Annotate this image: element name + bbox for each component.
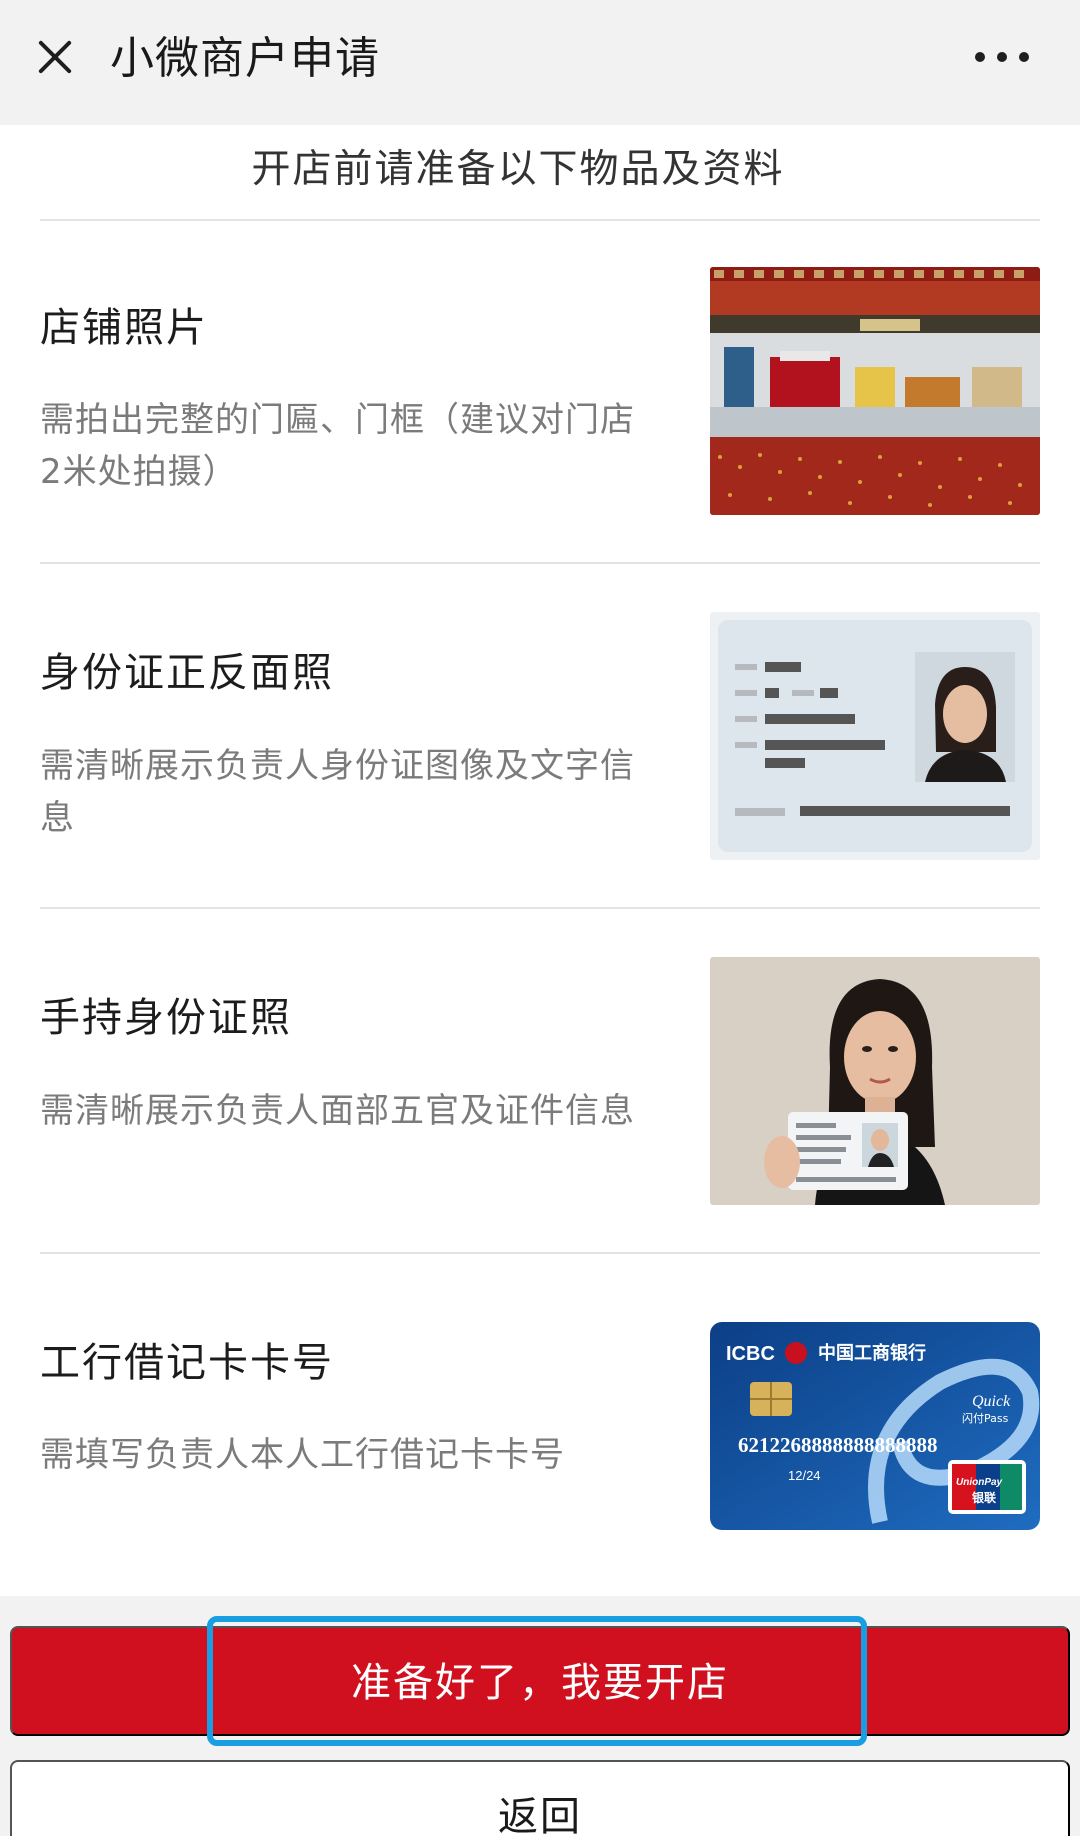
item-title-handheld-id: 手持身份证照	[40, 995, 292, 1041]
more-dot-icon	[975, 52, 985, 62]
more-dot-icon	[1019, 52, 1029, 62]
item-title-storefront: 店铺照片	[40, 305, 208, 351]
unionpay-label: UnionPay	[956, 1477, 1003, 1488]
divider	[40, 219, 1040, 221]
item-title-id-card: 身份证正反面照	[40, 650, 334, 696]
more-icon[interactable]	[975, 50, 1035, 64]
id-card-photo	[710, 612, 1040, 860]
quickpass-sublabel: 闪付Pass	[962, 1411, 1009, 1425]
merchant-application-page: 小微商户申请 开店前请准备以下物品及资料 店铺照片 需拍出完整的门匾、门框（建议…	[0, 0, 1080, 1836]
storefront-photo	[710, 267, 1040, 515]
unionpay-sublabel: 银联	[972, 1490, 996, 1505]
item-desc-handheld-id: 需清晰展示负责人面部五官及证件信息	[40, 1091, 635, 1131]
person-holding-id-photo	[710, 957, 1040, 1205]
bank-card-photo: ICBC 中国工商银行 Quick 闪付Pass 621226888888888…	[710, 1322, 1040, 1530]
more-dot-icon	[997, 52, 1007, 62]
top-bar: 小微商户申请	[0, 0, 1080, 125]
card-number: 6212268888888888888	[738, 1433, 938, 1457]
section-heading: 开店前请准备以下物品及资料	[251, 147, 785, 192]
item-desc-id-card: 需清晰展示负责人身份证图像及文字信息	[40, 746, 635, 838]
divider	[40, 562, 1040, 564]
card-bank-name: 中国工商银行	[818, 1342, 926, 1364]
page-title: 小微商户申请	[110, 33, 380, 84]
back-button[interactable]: 返回	[10, 1760, 1070, 1836]
item-title-bank-card: 工行借记卡卡号	[40, 1340, 334, 1386]
highlight-frame	[207, 1616, 867, 1746]
divider	[40, 1252, 1040, 1254]
item-desc-bank-card: 需填写负责人本人工行借记卡卡号	[40, 1435, 565, 1475]
card-expiry: 12/24	[788, 1468, 821, 1483]
item-desc-storefront: 需拍出完整的门匾、门框（建议对门店2米处拍摄）	[40, 400, 635, 492]
quickpass-label: Quick	[972, 1393, 1011, 1410]
close-icon[interactable]	[30, 32, 80, 82]
card-brand-text: ICBC	[726, 1343, 775, 1365]
divider	[40, 907, 1040, 909]
